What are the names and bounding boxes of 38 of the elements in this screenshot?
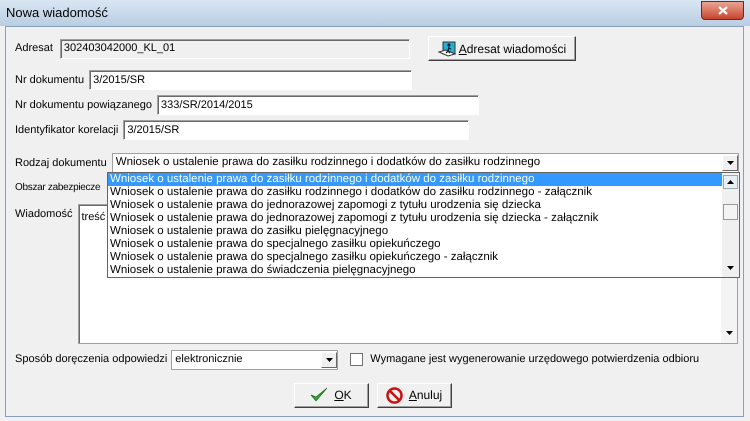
field-label: Wiadomość [15, 206, 72, 222]
dropdown-option[interactable]: Wniosek o ustalenie prawa do zasiłku pielęgnacyjnego [108, 225, 722, 238]
field-label: Obszar zabezpiecze [15, 182, 100, 193]
ok-button[interactable]: OK [294, 382, 368, 408]
dropdown-option[interactable]: Wniosek o ustalenie prawa do specjalnego zasiłku opiekuńczego - załącznik [108, 251, 722, 264]
scroll-down-icon [727, 266, 734, 270]
dropdown-button[interactable] [722, 155, 738, 171]
checkbox[interactable] [350, 353, 364, 366]
scrollbar[interactable] [722, 173, 739, 277]
scroll-down-icon [726, 330, 733, 334]
close-icon [718, 6, 728, 14]
input-field[interactable]: 3/2015/SR [89, 70, 412, 90]
dropdown-option[interactable]: Wniosek o ustalenie prawa do świadczenia pielęgnacyjnego [108, 264, 722, 277]
field-label: Nr dokumentu powiązanego [15, 98, 152, 113]
close-button[interactable] [701, 0, 744, 20]
delivery-dropdown[interactable]: elektronicznie [171, 350, 338, 370]
caret-icon [726, 161, 734, 165]
dropdown-option[interactable]: Wniosek o ustalenie prawa do specjalnego zasiłku opiekuńczego [108, 238, 722, 251]
input-field[interactable]: 333/SR/2014/2015 [156, 95, 479, 115]
dropdown-option[interactable]: Wniosek o ustalenie prawa do zasiłku rodzinnego i dodatków do zasiłku rodzinnego - załącznik [108, 186, 722, 199]
field-label: Nr dokumentu [15, 72, 84, 88]
field-label: Rodzaj dokumentu [15, 156, 107, 171]
checkbox-label: Wymagane jest wygenerowanie urzędowego potwierdzenia odbioru [370, 352, 700, 368]
input-field[interactable]: 3/2015/SR [123, 120, 470, 140]
person-icon [438, 40, 456, 56]
caret-icon [326, 358, 333, 362]
dropdown-button[interactable] [321, 352, 338, 368]
field-label: Sposób doręczenia odpowiedzi [15, 352, 168, 368]
window-title: Nowa wiadomość [6, 4, 108, 22]
cancel-button[interactable]: Anuluj [376, 382, 452, 408]
scroll-thumb[interactable] [723, 204, 738, 220]
document-type-dropdown[interactable]: Wniosek o ustalenie prawa do zasiłku rodzinnego i dodatków do zasiłku rodzinnego [112, 153, 739, 173]
field-label: Identyfikator korelacji [15, 122, 118, 138]
scroll-up-icon [727, 180, 734, 184]
dropdown-option[interactable]: Wniosek o ustalenie prawa do jednorazowej zapomogi z tytułu urodzenia się dziecka - załącznik [108, 212, 722, 225]
check-icon [310, 387, 328, 403]
field-label: Adresat [15, 41, 53, 56]
prohibited-icon [386, 386, 403, 404]
